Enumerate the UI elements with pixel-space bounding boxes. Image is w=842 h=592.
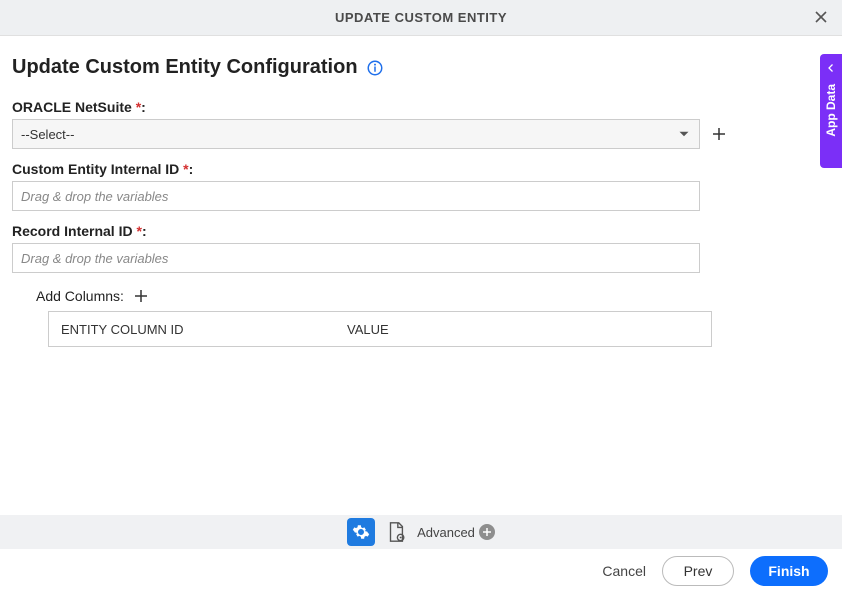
oracle-select[interactable]: --Select-- (12, 119, 700, 149)
columns-table-header: ENTITY COLUMN ID VALUE (49, 312, 711, 346)
oracle-field-group: ORACLE NetSuite *: --Select-- (12, 99, 830, 149)
add-column-button[interactable] (132, 287, 150, 305)
required-marker: * (183, 161, 188, 177)
app-data-panel-toggle[interactable]: App Data (820, 54, 842, 168)
advanced-label: Advanced (417, 525, 475, 540)
close-icon (813, 9, 829, 25)
oracle-select-value: --Select-- (21, 127, 74, 142)
settings-button[interactable] (347, 518, 375, 546)
columns-table: ENTITY COLUMN ID VALUE (48, 311, 712, 347)
finish-button-label: Finish (768, 563, 809, 579)
bottom-toolbar: Advanced (0, 515, 842, 549)
record-id-label-text: Record Internal ID (12, 223, 133, 239)
chevron-left-icon (825, 62, 837, 74)
cancel-button[interactable]: Cancel (602, 563, 646, 579)
add-columns-row: Add Columns: (36, 287, 830, 305)
footer-actions: Cancel Prev Finish (0, 549, 842, 592)
info-icon[interactable] (366, 59, 384, 77)
record-id-group: Record Internal ID *: (12, 223, 830, 273)
custom-entity-label-text: Custom Entity Internal ID (12, 161, 179, 177)
required-marker: * (136, 223, 141, 239)
advanced-toggle[interactable]: Advanced (417, 524, 495, 540)
record-id-label: Record Internal ID *: (12, 223, 830, 239)
required-marker: * (136, 99, 141, 115)
add-columns-label: Add Columns: (36, 288, 124, 304)
record-id-input[interactable] (12, 243, 700, 273)
dialog-header: UPDATE CUSTOM ENTITY (0, 0, 842, 36)
custom-entity-label: Custom Entity Internal ID *: (12, 161, 830, 177)
prev-button[interactable]: Prev (662, 556, 734, 586)
finish-button[interactable]: Finish (750, 556, 828, 586)
content-area: Update Custom Entity Configuration ORACL… (0, 36, 842, 347)
expand-icon (479, 524, 495, 540)
page-title-row: Update Custom Entity Configuration (12, 56, 830, 79)
app-data-label: App Data (824, 84, 838, 137)
prev-button-label: Prev (684, 563, 713, 579)
chevron-down-icon (675, 125, 693, 143)
oracle-label-text: ORACLE NetSuite (12, 99, 132, 115)
close-button[interactable] (810, 6, 832, 28)
column-header-entity-id: ENTITY COLUMN ID (49, 322, 339, 337)
custom-entity-input[interactable] (12, 181, 700, 211)
gear-icon (352, 523, 370, 541)
add-connection-button[interactable] (710, 125, 728, 143)
dialog-title: UPDATE CUSTOM ENTITY (335, 10, 507, 25)
oracle-label: ORACLE NetSuite *: (12, 99, 830, 115)
document-settings-button[interactable] (385, 521, 407, 543)
page-title: Update Custom Entity Configuration (12, 56, 358, 79)
column-header-value: VALUE (339, 322, 711, 337)
oracle-select-row: --Select-- (12, 119, 830, 149)
custom-entity-group: Custom Entity Internal ID *: (12, 161, 830, 211)
